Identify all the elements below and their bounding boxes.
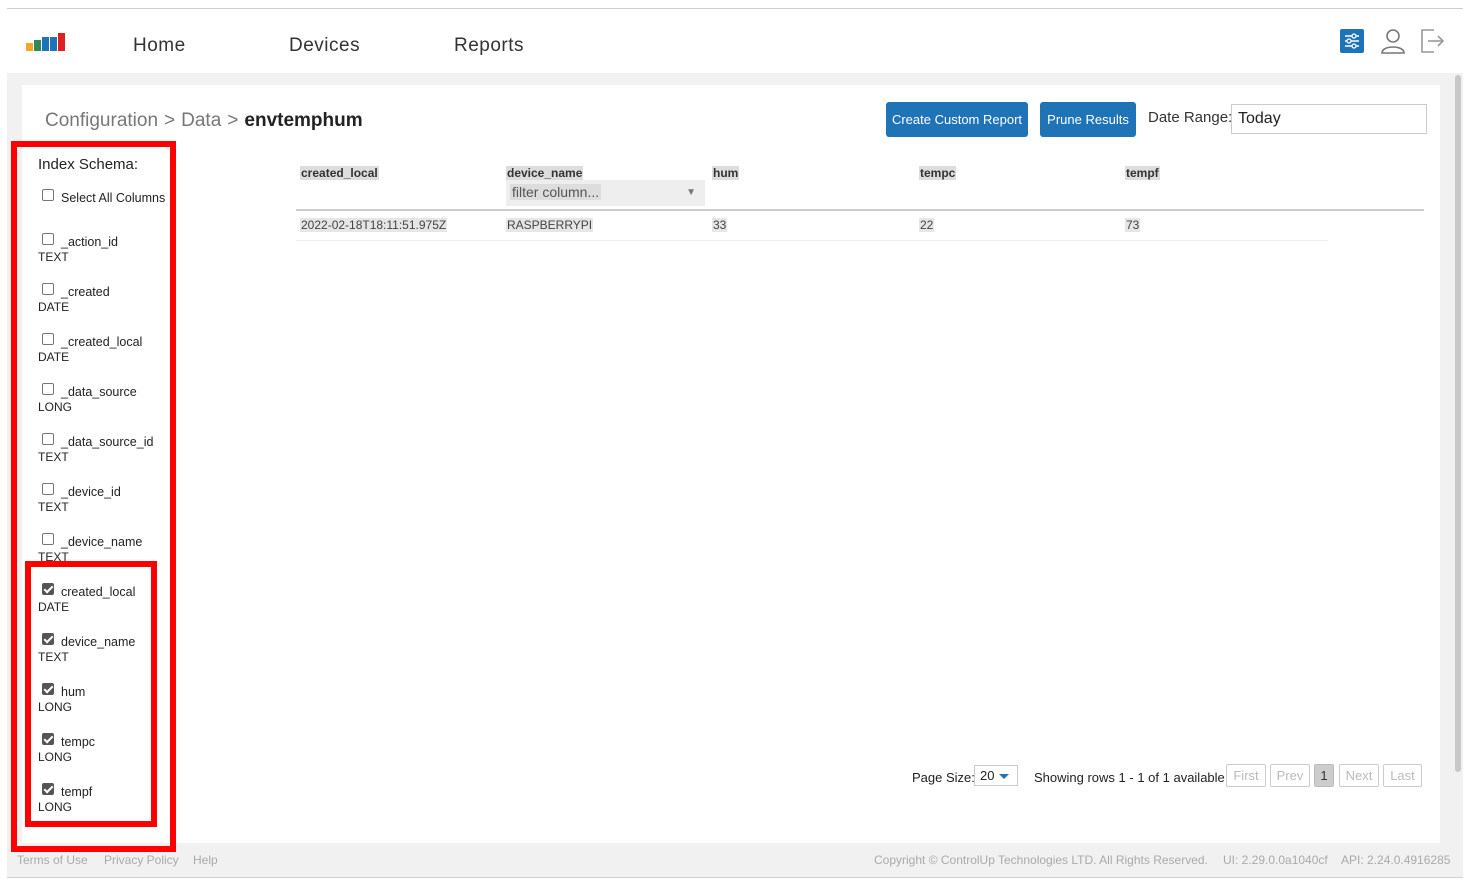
- footer-terms-link[interactable]: Terms of Use: [17, 853, 88, 867]
- logo-bar: [58, 33, 65, 51]
- footer-api-version: API: 2.24.0.4916285: [1341, 853, 1451, 867]
- breadcrumb-current: envtemphum: [244, 110, 363, 131]
- showing-rows-text: Showing rows 1 - 1 of 1 available: [1034, 770, 1225, 785]
- first-page-button[interactable]: First: [1226, 764, 1266, 787]
- table-cell-tempc: 22: [919, 218, 935, 232]
- annotation-highlight-selected-columns: [25, 561, 157, 827]
- breadcrumb: Configuration > Data > envtemphum: [45, 110, 363, 132]
- nav-home[interactable]: Home: [133, 35, 186, 57]
- logo-bar: [50, 37, 57, 51]
- current-page-button[interactable]: 1: [1314, 764, 1334, 787]
- column-header-tempc[interactable]: tempc: [919, 166, 957, 180]
- filter-placeholder: filter column...: [510, 184, 602, 200]
- column-header-tempf[interactable]: tempf: [1125, 166, 1160, 180]
- prune-results-button[interactable]: Prune Results: [1040, 102, 1136, 137]
- logout-icon[interactable]: [1419, 27, 1445, 55]
- main-card: Configuration > Data > envtemphum Create Cus…: [22, 85, 1440, 843]
- logo-bar: [26, 43, 33, 51]
- prev-page-button[interactable]: Prev: [1270, 764, 1310, 787]
- column-header-created-local[interactable]: created_local: [300, 166, 379, 180]
- breadcrumb-separator: >: [164, 110, 176, 131]
- brand-logo[interactable]: [26, 33, 68, 51]
- header-divider: [296, 209, 1424, 211]
- nav-reports[interactable]: Reports: [454, 35, 524, 57]
- table-cell-created-local: 2022-02-18T18:11:51.975Z: [300, 218, 448, 232]
- nav-devices[interactable]: Devices: [289, 35, 360, 57]
- column-header-hum[interactable]: hum: [712, 166, 740, 180]
- breadcrumb-separator: >: [227, 110, 239, 131]
- row-divider: [296, 240, 1328, 241]
- top-navigation: Home Devices Reports: [7, 9, 1463, 73]
- device-name-filter[interactable]: filter column... ▼: [506, 180, 705, 206]
- page-size-select[interactable]: 20: [974, 765, 1018, 786]
- app-frame: Home Devices Reports Configuration > Data >…: [7, 8, 1463, 878]
- page-size-label: Page Size:: [912, 770, 975, 785]
- user-profile-icon[interactable]: [1380, 27, 1406, 55]
- footer-help-link[interactable]: Help: [193, 853, 218, 867]
- column-header-device-name[interactable]: device_name: [506, 166, 584, 180]
- create-custom-report-button[interactable]: Create Custom Report: [886, 102, 1028, 137]
- table-cell-device-name: RASPBERRYPI: [506, 218, 594, 232]
- filter-icon[interactable]: ▼: [686, 187, 696, 198]
- settings-sliders-icon[interactable]: [1340, 29, 1364, 53]
- last-page-button[interactable]: Last: [1383, 764, 1422, 787]
- footer-ui-version: UI: 2.29.0.0a1040cf: [1223, 853, 1328, 867]
- table-cell-tempf: 73: [1125, 218, 1141, 232]
- logo-bar: [34, 40, 41, 51]
- breadcrumb-configuration[interactable]: Configuration: [45, 110, 158, 131]
- vertical-scrollbar[interactable]: [1455, 75, 1461, 772]
- date-range-input[interactable]: [1231, 104, 1427, 134]
- logo-bar: [42, 37, 49, 51]
- next-page-button[interactable]: Next: [1339, 764, 1379, 787]
- date-range-label: Date Range:: [1148, 109, 1233, 126]
- footer-privacy-link[interactable]: Privacy Policy: [104, 853, 179, 867]
- table-cell-hum: 33: [712, 218, 728, 232]
- breadcrumb-data[interactable]: Data: [181, 110, 221, 131]
- footer-copyright: Copyright © ControlUp Technologies LTD. …: [874, 853, 1208, 867]
